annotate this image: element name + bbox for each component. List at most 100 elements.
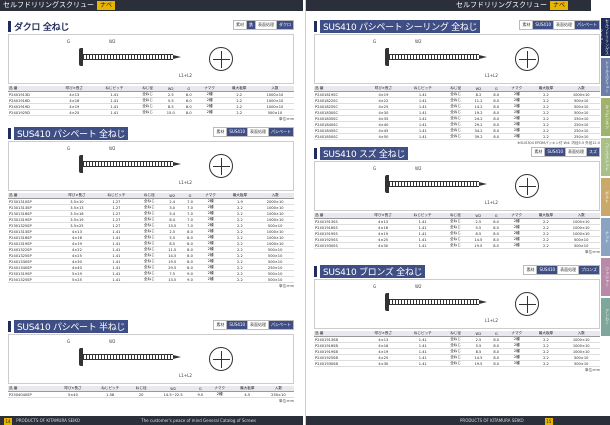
spec-table: 品 番呼び×長さ ねじピッチ ねじ径 W2 G ナマク 最大板厚 入数 P2301310SP 3.…: [8, 193, 294, 283]
screw-thread: [389, 299, 479, 305]
screw-drawing: L1+L2 G W2: [314, 279, 600, 329]
table-row: P2501325SP 5×25 1.41 全ねじ 13.5 9.0 2種 2.2 500×10: [8, 276, 294, 283]
section-marker: [314, 147, 317, 159]
table-cell: 500×10: [562, 242, 600, 249]
table-cell: 9.0: [193, 391, 208, 398]
table-cell: P2401925D: [8, 109, 55, 116]
table-cell: 8.0: [180, 109, 197, 116]
phillips-head-icon: [209, 347, 233, 371]
screw-drawing: L1+L2 G W2: [314, 34, 600, 84]
table-cell: 9.0: [182, 276, 198, 283]
right-page: セルフドリリングスクリュー ナベ SUS410 パシペート シーリング 全ねじ 素材…: [305, 0, 610, 425]
screw-thread: [389, 181, 479, 187]
table-cell: 2.2: [223, 276, 257, 283]
screw-thread: [83, 161, 173, 167]
phillips-head-icon: [209, 47, 233, 71]
section-marker: [314, 265, 317, 277]
screw-drawing: L1+L2 G W2: [314, 161, 600, 211]
length-label: L1+L2: [485, 200, 498, 205]
table-cell: 2種: [503, 133, 530, 140]
table-cell: 1.41: [402, 242, 443, 249]
table-cell: 5×40: [54, 391, 92, 398]
spec-value: パシペート: [268, 127, 294, 137]
spec-box: 素材 SUS410 表面処理 ブロンズ: [523, 265, 600, 275]
table-cell: 8.0: [488, 360, 504, 367]
section-name: SUS410 パシペート 全ねじ: [14, 126, 129, 140]
section-name: SUS410 スズ 全ねじ: [320, 146, 409, 160]
side-tab[interactable]: ナット: [601, 218, 610, 256]
table-cell: 4.5: [231, 391, 263, 398]
table-cell: 1.41: [402, 133, 443, 140]
spec-value: SUS410: [226, 127, 248, 137]
table-cell: 全ねじ: [136, 276, 163, 283]
table-row: P2504040SP 5×40 1.58 20 14.5~22.5 9.0 2種 4.5 250…: [8, 391, 294, 398]
table-cell: 500×10: [256, 276, 294, 283]
side-tab[interactable]: タッピンネジ: [601, 98, 610, 136]
unit-note: 単位:mm: [585, 368, 600, 372]
table-cell: 4×25: [54, 109, 95, 116]
spec-label: 素材: [233, 20, 247, 30]
side-tab[interactable]: ボルト: [601, 178, 610, 216]
header-tag: ナベ: [550, 1, 569, 10]
thread-label: W2: [415, 39, 422, 44]
unit-note: 単位:mm: [585, 250, 600, 254]
table-cell: P2501325SP: [8, 276, 58, 283]
spec-label: 素材: [523, 265, 538, 275]
table-cell: 2種: [197, 276, 224, 283]
phillips-head-icon: [515, 174, 539, 198]
table-cell: 4×30: [363, 242, 403, 249]
section-note: ※SUS304 EPDMパッキン付 W4: 内径5.5 外径12.0: [517, 141, 600, 145]
drill-tip: [479, 300, 487, 304]
table-row: P2401930SB 4×30 1.41 全ねじ 19.5 8.0 2種 2.2 500×10: [314, 360, 600, 367]
head-label: G: [67, 146, 71, 151]
table-cell: 2.2: [529, 360, 563, 367]
spec-label: 表面処理: [247, 127, 269, 137]
section-marker: [314, 20, 317, 32]
head-label: G: [67, 339, 71, 344]
spec-label: 素材: [213, 127, 228, 137]
side-tab[interactable]: ドリルスクリュー: [601, 58, 610, 96]
spec-value: パシペート: [268, 320, 294, 330]
spec-box: 素材鉄表面処理 ダクロ: [233, 20, 294, 30]
table-cell: 1.41: [94, 109, 135, 116]
drill-tip: [173, 55, 181, 59]
table-cell: 2.2: [529, 242, 563, 249]
drill-tip: [479, 55, 487, 59]
table-cell: 2種: [207, 391, 232, 398]
side-tab[interactable]: コーススレッド: [601, 138, 610, 176]
screw-drawing: L1+L2 G W2: [8, 334, 294, 384]
table-cell: 2.2: [222, 109, 256, 116]
table-cell: 20: [129, 391, 154, 398]
table-cell: 4×50: [364, 133, 403, 140]
right-footer: PRODUCTS OF KITAMURA SEIKO 15: [306, 416, 610, 425]
table-cell: 250×10: [562, 133, 600, 140]
table-cell: 全ねじ: [134, 109, 161, 116]
screw-thread: [83, 54, 173, 60]
table-cell: 全ねじ: [442, 242, 469, 249]
table-cell: P2401850SC: [314, 133, 365, 140]
side-tab[interactable]: ワッシャー: [601, 258, 610, 296]
spec-label: 表面処理: [557, 265, 580, 275]
center-footer-text: The customer's peace of mind General Cat…: [141, 418, 256, 423]
spec-value: ダクロ: [276, 20, 294, 30]
side-tab[interactable]: アンカー: [601, 298, 610, 336]
table-cell: 2.2: [529, 133, 563, 140]
right-footer-text: PRODUCTS OF KITAMURA SEIKO: [460, 418, 524, 423]
table-row: P2401930SS 4×30 1.41 全ねじ 19.5 8.0 2種 2.2 500×10: [314, 242, 600, 249]
table-cell: 14.5~22.5: [153, 391, 194, 398]
head-label: G: [67, 39, 71, 44]
table-cell: 19.5: [468, 360, 489, 367]
section-name: SUS410 パシペート 半ねじ: [14, 319, 129, 333]
spec-table: 品 番呼び×長さ ねじピッチ ねじ径 W2 G ナマク 最大板厚 入数 P2401913SS 4×…: [314, 213, 600, 249]
spec-label: 表面処理: [553, 20, 575, 30]
thread-label: W2: [109, 39, 116, 44]
section-marker: [8, 20, 11, 32]
left-footer: 14 PRODUCTS OF KITAMURA SEIKO The custom…: [0, 416, 303, 425]
spec-table: 品 番呼び×長さ ねじピッチ ねじ径 W2 G ナマク 最大板厚 入数 P2401913D 4×1…: [8, 86, 294, 116]
section-marker: [8, 127, 11, 139]
screw-drawing: L1+L2 G W2: [8, 141, 294, 191]
spec-value: パシペート: [574, 20, 600, 30]
side-tab[interactable]: セルフドリリングスクリュー: [599, 18, 610, 56]
screw-thread: [83, 354, 173, 360]
table-cell: 500×10: [562, 360, 600, 367]
